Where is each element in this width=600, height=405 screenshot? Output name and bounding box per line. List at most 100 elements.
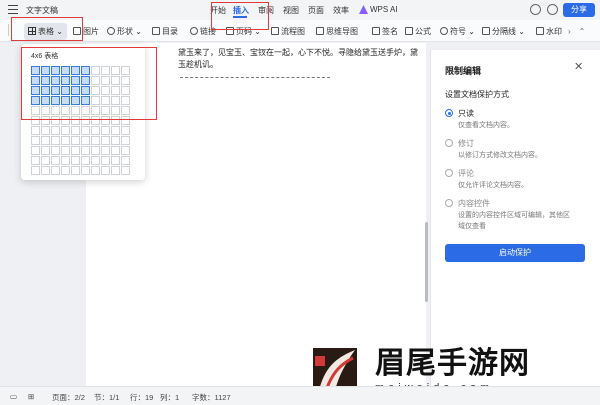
table-grid-cell[interactable] <box>61 116 70 125</box>
table-grid-cell[interactable] <box>111 66 120 75</box>
table-grid-cell[interactable] <box>121 66 130 75</box>
symbol-button[interactable]: 符号 ⌄ <box>440 26 475 37</box>
tab-home[interactable]: 开始 <box>210 5 226 16</box>
tab-wps-ai[interactable]: WPS AI <box>370 5 398 14</box>
radio-readonly[interactable] <box>445 109 453 117</box>
table-grid-cell[interactable] <box>61 136 70 145</box>
table-grid-cell[interactable] <box>31 106 40 115</box>
table-grid-cell[interactable] <box>121 146 130 155</box>
table-grid-cell[interactable] <box>61 156 70 165</box>
flowchart-button[interactable]: 流程图 <box>271 26 305 37</box>
table-grid-cell[interactable] <box>61 126 70 135</box>
table-grid-cell[interactable] <box>31 166 40 175</box>
table-grid-cell[interactable] <box>101 166 110 175</box>
table-grid-cell[interactable] <box>61 146 70 155</box>
tab-efficiency[interactable]: 效率 <box>333 5 349 16</box>
table-grid-cell[interactable] <box>61 66 70 75</box>
table-grid-cell[interactable] <box>81 156 90 165</box>
table-grid-cell[interactable] <box>31 96 40 105</box>
outline-icon[interactable]: ⊞ <box>28 392 34 401</box>
table-grid-cell[interactable] <box>91 86 100 95</box>
table-button[interactable]: 表格 ⌄ <box>24 23 67 40</box>
table-grid-cell[interactable] <box>31 136 40 145</box>
status-page[interactable]: 页面：2/2 <box>52 392 85 403</box>
table-grid-cell[interactable] <box>101 86 110 95</box>
table-grid-cell[interactable] <box>51 166 60 175</box>
table-grid-cell[interactable] <box>121 86 130 95</box>
table-grid-cell[interactable] <box>91 136 100 145</box>
tab-insert[interactable]: 插入 <box>233 5 249 16</box>
table-grid-cell[interactable] <box>61 166 70 175</box>
table-grid-cell[interactable] <box>41 116 50 125</box>
table-grid-cell[interactable] <box>31 126 40 135</box>
table-grid-cell[interactable] <box>61 96 70 105</box>
table-grid-cell[interactable] <box>91 166 100 175</box>
table-grid-cell[interactable] <box>81 106 90 115</box>
cloud-sync-icon[interactable] <box>530 4 541 15</box>
table-grid-cell[interactable] <box>91 116 100 125</box>
table-grid-cell[interactable] <box>71 166 80 175</box>
table-grid-cell[interactable] <box>121 156 130 165</box>
table-grid-cell[interactable] <box>41 126 50 135</box>
table-grid-cell[interactable] <box>51 146 60 155</box>
table-grid-cell[interactable] <box>41 136 50 145</box>
table-grid-cell[interactable] <box>41 66 50 75</box>
table-grid-cell[interactable] <box>101 66 110 75</box>
table-grid-cell[interactable] <box>31 86 40 95</box>
table-grid-cell[interactable] <box>91 96 100 105</box>
signature-button[interactable]: 签名 <box>372 26 398 37</box>
table-grid-cell[interactable] <box>31 156 40 165</box>
mindmap-button[interactable]: 思维导图 <box>316 26 358 37</box>
table-grid-cell[interactable] <box>31 146 40 155</box>
table-grid-cell[interactable] <box>61 76 70 85</box>
table-grid-cell[interactable] <box>111 106 120 115</box>
table-grid-cell[interactable] <box>71 156 80 165</box>
table-grid-cell[interactable] <box>51 76 60 85</box>
table-grid-cell[interactable] <box>81 146 90 155</box>
table-grid-cell[interactable] <box>101 116 110 125</box>
close-icon[interactable]: ✕ <box>574 60 583 73</box>
table-grid-cell[interactable] <box>111 126 120 135</box>
table-grid-cell[interactable] <box>81 96 90 105</box>
table-grid-cell[interactable] <box>71 146 80 155</box>
radio-content-control[interactable] <box>445 199 453 207</box>
table-grid-cell[interactable] <box>71 116 80 125</box>
table-grid-cell[interactable] <box>51 116 60 125</box>
table-grid-cell[interactable] <box>121 126 130 135</box>
table-grid-cell[interactable] <box>91 146 100 155</box>
share-button[interactable]: 分享 <box>563 3 595 17</box>
table-grid-cell[interactable] <box>51 126 60 135</box>
table-grid-cell[interactable] <box>81 136 90 145</box>
table-grid-cell[interactable] <box>71 66 80 75</box>
table-grid-cell[interactable] <box>51 136 60 145</box>
radio-revision[interactable] <box>445 139 453 147</box>
table-grid-cell[interactable] <box>51 86 60 95</box>
table-grid-cell[interactable] <box>91 66 100 75</box>
table-grid-cell[interactable] <box>91 76 100 85</box>
table-grid-cell[interactable] <box>61 106 70 115</box>
vertical-scrollbar[interactable] <box>425 222 428 302</box>
sidebar-toggle-icon[interactable]: ▭ <box>10 392 17 401</box>
link-button[interactable]: 链接 <box>190 26 216 37</box>
table-grid-cell[interactable] <box>31 76 40 85</box>
table-grid-cell[interactable] <box>91 106 100 115</box>
table-grid-cell[interactable] <box>41 156 50 165</box>
table-grid-cell[interactable] <box>31 116 40 125</box>
formula-button[interactable]: 公式 <box>405 26 431 37</box>
table-grid-cell[interactable] <box>111 76 120 85</box>
table-grid-cell[interactable] <box>71 106 80 115</box>
table-grid-cell[interactable] <box>121 96 130 105</box>
table-grid-cell[interactable] <box>111 136 120 145</box>
table-grid-cell[interactable] <box>101 96 110 105</box>
table-grid-cell[interactable] <box>111 116 120 125</box>
tab-page[interactable]: 页面 <box>308 5 324 16</box>
table-grid-cell[interactable] <box>71 76 80 85</box>
table-grid-cell[interactable] <box>71 136 80 145</box>
table-grid-cell[interactable] <box>101 146 110 155</box>
table-grid-cell[interactable] <box>51 156 60 165</box>
table-grid-cell[interactable] <box>71 96 80 105</box>
user-avatar-icon[interactable] <box>547 4 558 15</box>
start-protection-button[interactable]: 启动保护 <box>445 244 585 262</box>
table-grid-cell[interactable] <box>101 136 110 145</box>
table-grid-cell[interactable] <box>31 66 40 75</box>
